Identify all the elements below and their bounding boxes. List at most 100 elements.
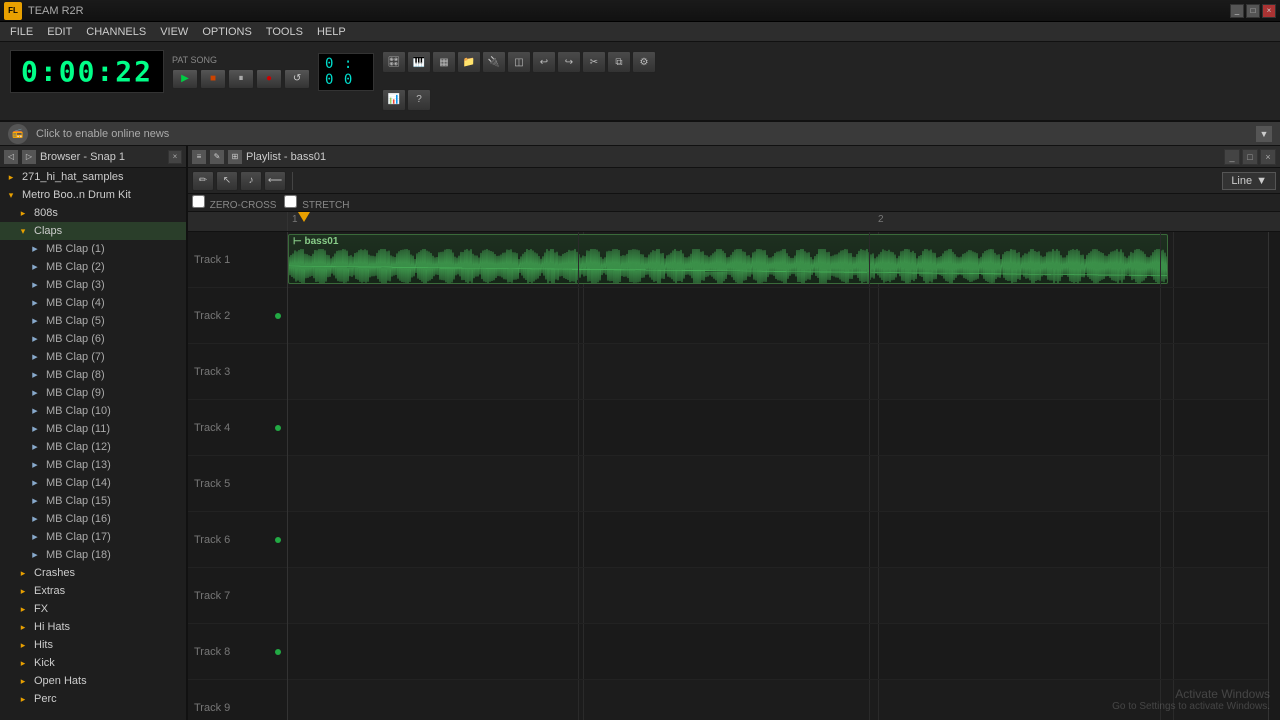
- mode-dropdown[interactable]: Line ▼: [1222, 172, 1276, 190]
- cpu-button[interactable]: 📊: [382, 89, 406, 111]
- pl-notes-btn[interactable]: ♪: [240, 171, 262, 191]
- grid-line: [583, 624, 584, 679]
- browser-nav-fwd[interactable]: ▷: [22, 150, 36, 164]
- browser-item-metro-boo..n-drum-kit[interactable]: ▾Metro Boo..n Drum Kit: [0, 186, 186, 204]
- track-row-4[interactable]: [288, 400, 1268, 456]
- browser-item-mb-clap-(13)[interactable]: ▶MB Clap (13): [0, 456, 186, 474]
- playlist-close-btn[interactable]: ×: [1260, 149, 1276, 165]
- browser-item-271_hi_hat_samples[interactable]: ▸271_hi_hat_samples: [0, 168, 186, 186]
- undo-button[interactable]: ↩: [532, 51, 556, 73]
- settings-button[interactable]: ⚙: [632, 51, 656, 73]
- track-row-1[interactable]: ⊢ bass01: [288, 232, 1268, 288]
- browser-content[interactable]: ▸271_hi_hat_samples▾Metro Boo..n Drum Ki…: [0, 168, 186, 720]
- browser-item-mb-clap-(10)[interactable]: ▶MB Clap (10): [0, 402, 186, 420]
- playlist-menu-btn[interactable]: ≡: [192, 150, 206, 164]
- redo-button[interactable]: ↪: [557, 51, 581, 73]
- browser-item-mb-clap-(2)[interactable]: ▶MB Clap (2): [0, 258, 186, 276]
- browser-item-label: MB Clap (11): [46, 423, 110, 435]
- pattern-button[interactable]: ◫: [507, 51, 531, 73]
- browser-item-mb-clap-(5)[interactable]: ▶MB Clap (5): [0, 312, 186, 330]
- menu-channels[interactable]: CHANNELS: [80, 24, 152, 40]
- browser-item-mb-clap-(4)[interactable]: ▶MB Clap (4): [0, 294, 186, 312]
- file-icon: ▶: [28, 278, 42, 292]
- piano-roll-button[interactable]: 🎹: [407, 51, 431, 73]
- news-close-button[interactable]: ▼: [1256, 126, 1272, 142]
- step-seq-button[interactable]: ▦: [432, 51, 456, 73]
- tracks-scrollbar[interactable]: [1268, 232, 1280, 720]
- grid-line: [878, 456, 879, 511]
- track-row-2[interactable]: [288, 288, 1268, 344]
- browser-item-mb-clap-(7)[interactable]: ▶MB Clap (7): [0, 348, 186, 366]
- browser-item-fx[interactable]: ▸FX: [0, 600, 186, 618]
- browser-item-extras[interactable]: ▸Extras: [0, 582, 186, 600]
- record-button[interactable]: ●: [256, 69, 282, 89]
- browser-item-mb-clap-(15)[interactable]: ▶MB Clap (15): [0, 492, 186, 510]
- menu-file[interactable]: FILE: [4, 24, 39, 40]
- browser-item-crashes[interactable]: ▸Crashes: [0, 564, 186, 582]
- ruler-mark-1: 1: [292, 214, 298, 225]
- zero-cross-checkbox[interactable]: [192, 195, 205, 208]
- browser-item-mb-clap-(3)[interactable]: ▶MB Clap (3): [0, 276, 186, 294]
- browser-item-808s[interactable]: ▸808s: [0, 204, 186, 222]
- close-button[interactable]: ×: [1262, 4, 1276, 18]
- browser-item-mb-clap-(8)[interactable]: ▶MB Clap (8): [0, 366, 186, 384]
- mixer-button[interactable]: 🎛: [382, 51, 406, 73]
- browser-item-mb-clap-(14)[interactable]: ▶MB Clap (14): [0, 474, 186, 492]
- pause-button[interactable]: ⏸: [228, 69, 254, 89]
- maximize-button[interactable]: □: [1246, 4, 1260, 18]
- track-row-7[interactable]: [288, 568, 1268, 624]
- grid-line: [1173, 568, 1174, 623]
- browser-item-mb-clap-(6)[interactable]: ▶MB Clap (6): [0, 330, 186, 348]
- browser-item-mb-clap-(16)[interactable]: ▶MB Clap (16): [0, 510, 186, 528]
- pl-zoom-btn[interactable]: ⟵: [264, 171, 286, 191]
- playlist-minimize-btn[interactable]: _: [1224, 149, 1240, 165]
- pl-select-btn[interactable]: ↖: [216, 171, 238, 191]
- plugin-button[interactable]: 🔌: [482, 51, 506, 73]
- browser-item-hits[interactable]: ▸Hits: [0, 636, 186, 654]
- browser-close-button[interactable]: ×: [168, 150, 182, 164]
- browser-item-claps[interactable]: ▾Claps: [0, 222, 186, 240]
- news-bar[interactable]: 📻 Click to enable online news ▼: [0, 122, 1280, 146]
- browser-item-label: FX: [34, 603, 48, 615]
- browser-item-open-hats[interactable]: ▸Open Hats: [0, 672, 186, 690]
- browser-nav-back[interactable]: ◁: [4, 150, 18, 164]
- track-row-3[interactable]: [288, 344, 1268, 400]
- track-row-5[interactable]: [288, 456, 1268, 512]
- grid-line: [583, 680, 584, 720]
- help-icon-btn[interactable]: ?: [407, 89, 431, 111]
- stop-button[interactable]: ■: [200, 69, 226, 89]
- browser-item-mb-clap-(11)[interactable]: ▶MB Clap (11): [0, 420, 186, 438]
- play-button[interactable]: ▶: [172, 69, 198, 89]
- minimize-button[interactable]: _: [1230, 4, 1244, 18]
- browser-item-label: MB Clap (13): [46, 459, 111, 471]
- browser-item-mb-clap-(18)[interactable]: ▶MB Clap (18): [0, 546, 186, 564]
- browser-item-mb-clap-(17)[interactable]: ▶MB Clap (17): [0, 528, 186, 546]
- browser-item-perc[interactable]: ▸Perc: [0, 690, 186, 708]
- browser-item-mb-clap-(1)[interactable]: ▶MB Clap (1): [0, 240, 186, 258]
- loop-button[interactable]: ↺: [284, 69, 310, 89]
- track-row-6[interactable]: [288, 512, 1268, 568]
- file-icon: ▶: [28, 332, 42, 346]
- file-icon: ▶: [28, 440, 42, 454]
- browser-button[interactable]: 📁: [457, 51, 481, 73]
- pl-draw-btn[interactable]: ✏: [192, 171, 214, 191]
- bass01-clip[interactable]: ⊢ bass01: [288, 234, 1168, 284]
- cut-button[interactable]: ✂: [582, 51, 606, 73]
- menu-help[interactable]: HELP: [311, 24, 352, 40]
- browser-item-hi-hats[interactable]: ▸Hi Hats: [0, 618, 186, 636]
- browser-item-kick[interactable]: ▸Kick: [0, 654, 186, 672]
- playlist-maximize-btn[interactable]: □: [1242, 149, 1258, 165]
- track-row-9[interactable]: [288, 680, 1268, 720]
- playlist-edit-btn[interactable]: ✎: [210, 150, 224, 164]
- menu-edit[interactable]: EDIT: [41, 24, 78, 40]
- track-row-8[interactable]: [288, 624, 1268, 680]
- menu-view[interactable]: VIEW: [154, 24, 194, 40]
- stretch-checkbox[interactable]: [284, 195, 297, 208]
- playlist-grid-btn[interactable]: ⊞: [228, 150, 242, 164]
- browser-item-mb-clap-(12)[interactable]: ▶MB Clap (12): [0, 438, 186, 456]
- grid-line: [583, 456, 584, 511]
- menu-tools[interactable]: TOOLS: [260, 24, 309, 40]
- menu-options[interactable]: OPTIONS: [196, 24, 258, 40]
- copy-button[interactable]: ⧉: [607, 51, 631, 73]
- browser-item-mb-clap-(9)[interactable]: ▶MB Clap (9): [0, 384, 186, 402]
